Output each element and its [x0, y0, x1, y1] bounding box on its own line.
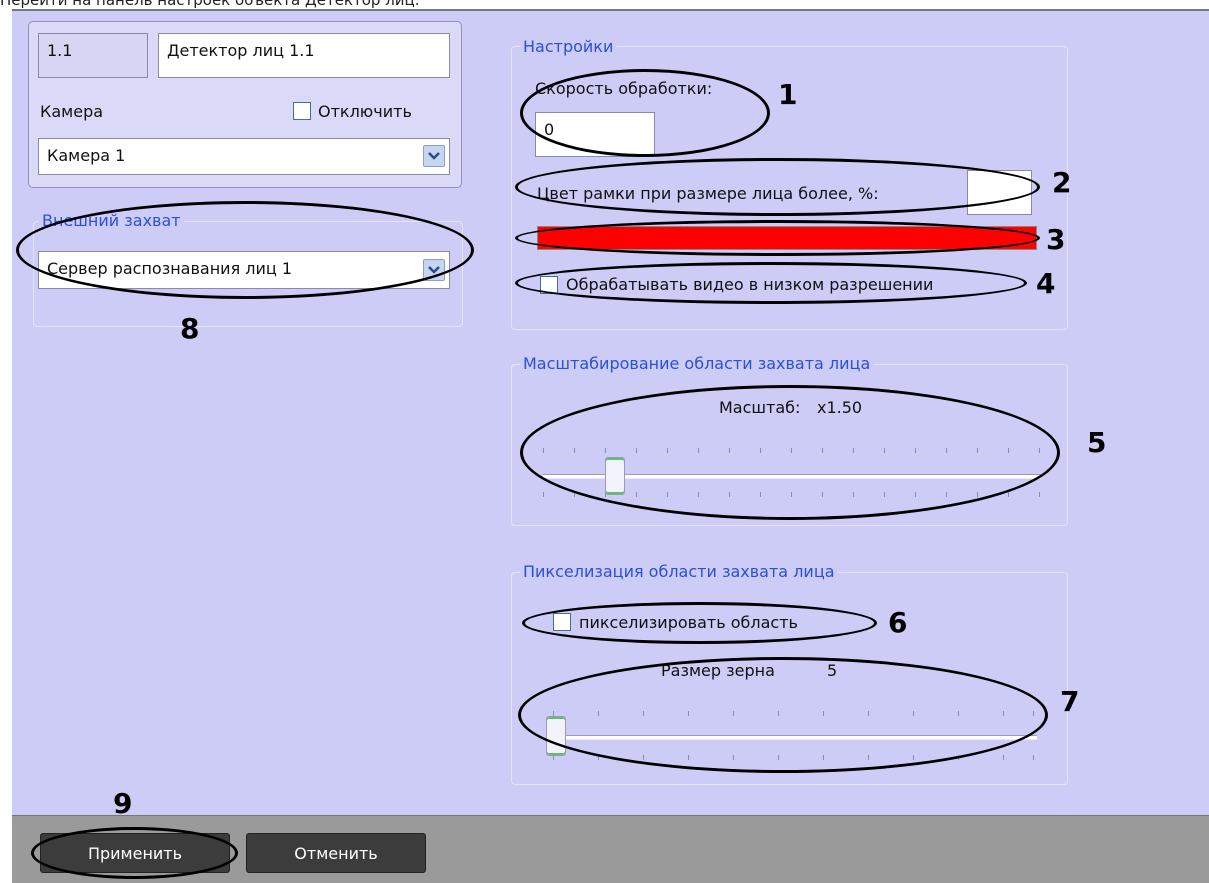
callout-number-4: 4	[1036, 267, 1056, 300]
callout-ring-4	[515, 262, 1027, 304]
callout-number-7: 7	[1060, 685, 1080, 718]
camera-label: Камера	[40, 102, 104, 121]
callout-number-6: 6	[888, 606, 908, 639]
callout-number-9: 9	[113, 787, 133, 820]
callout-number-2: 2	[1052, 166, 1072, 199]
camera-select[interactable]: Камера 1	[38, 138, 450, 175]
callout-ring-2	[515, 158, 1040, 216]
settings-title: Настройки	[520, 37, 617, 56]
pixelation-title: Пикселизация области захвата лица	[520, 562, 838, 581]
scaling-title: Масштабирование области захвата лица	[520, 354, 874, 373]
chevron-down-icon[interactable]	[423, 145, 445, 167]
callout-ring-8	[16, 201, 474, 299]
object-id-field[interactable]: 1.1	[38, 33, 148, 78]
callout-number-3: 3	[1046, 223, 1066, 256]
callout-ring-1	[520, 69, 770, 157]
callout-ring-6	[522, 602, 877, 644]
callout-number-1: 1	[778, 78, 798, 111]
cancel-button[interactable]: Отменить	[246, 833, 426, 873]
camera-select-value: Камера 1	[47, 146, 126, 165]
callout-ring-7	[518, 657, 1048, 773]
object-name-field[interactable]: Детектор лиц 1.1	[158, 33, 450, 78]
callout-ring-3	[515, 220, 1040, 256]
caption-text: Перейти на панель настроек объекта Детек…	[0, 0, 420, 9]
callout-ring-9	[31, 827, 238, 879]
object-name-value: Детектор лиц 1.1	[167, 41, 315, 60]
object-id-value: 1.1	[47, 41, 73, 60]
disable-label: Отключить	[318, 102, 412, 121]
callout-number-5: 5	[1087, 426, 1107, 459]
callout-number-8: 8	[180, 312, 200, 345]
disable-checkbox[interactable]	[293, 102, 311, 120]
callout-ring-5	[520, 385, 1060, 520]
